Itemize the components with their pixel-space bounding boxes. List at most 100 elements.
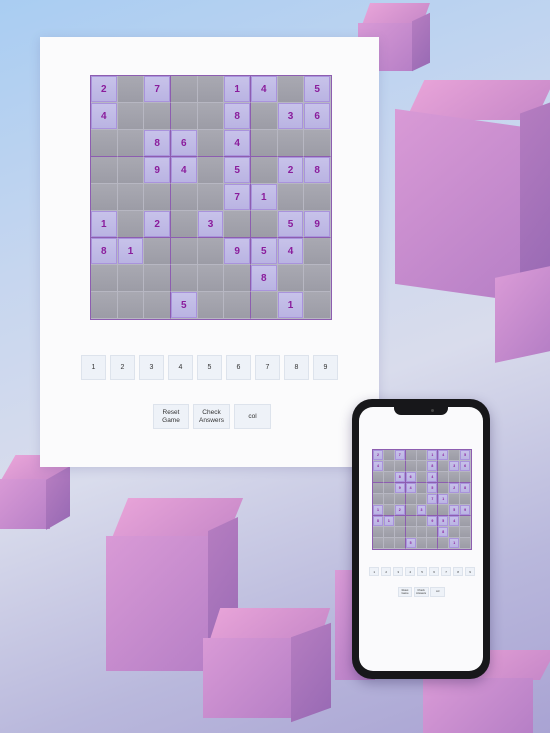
- number-key[interactable]: 8: [284, 355, 309, 380]
- sudoku-cell[interactable]: [250, 130, 278, 157]
- mobile-sudoku-cell[interactable]: [373, 538, 384, 549]
- mobile-sudoku-cell[interactable]: [383, 461, 395, 472]
- sudoku-cell[interactable]: [250, 157, 278, 184]
- sudoku-cell[interactable]: 5: [224, 157, 251, 184]
- mobile-sudoku-cell[interactable]: [405, 527, 417, 538]
- mobile-sudoku-cell[interactable]: 9: [460, 505, 471, 516]
- sudoku-cell[interactable]: [197, 292, 225, 319]
- mobile-sudoku-cell[interactable]: [427, 527, 439, 538]
- sudoku-cell[interactable]: [117, 292, 145, 319]
- mobile-sudoku-cell[interactable]: 8: [394, 472, 406, 483]
- sudoku-cell[interactable]: [170, 184, 198, 211]
- sudoku-cell[interactable]: [304, 184, 331, 211]
- mobile-sudoku-cell[interactable]: [460, 516, 471, 527]
- mobile-sudoku-cell[interactable]: 6: [405, 472, 417, 483]
- sudoku-cell[interactable]: 5: [170, 292, 198, 319]
- mobile-sudoku-cell[interactable]: 8: [460, 483, 471, 494]
- sudoku-cell[interactable]: [91, 265, 118, 292]
- sudoku-cell[interactable]: 7: [224, 184, 251, 211]
- sudoku-cell[interactable]: 9: [144, 157, 171, 184]
- sudoku-cell[interactable]: 9: [304, 211, 331, 238]
- mobile-sudoku-cell[interactable]: [438, 505, 450, 516]
- mobile-reset-game-button[interactable]: Reset Game: [398, 587, 412, 597]
- mobile-sudoku-cell[interactable]: 2: [394, 505, 406, 516]
- sudoku-cell[interactable]: [117, 211, 145, 238]
- number-key[interactable]: 4: [168, 355, 193, 380]
- mobile-sudoku-cell[interactable]: [449, 472, 461, 483]
- sudoku-cell[interactable]: 2: [277, 157, 305, 184]
- mobile-sudoku-cell[interactable]: [416, 516, 428, 527]
- mobile-sudoku-cell[interactable]: 1: [373, 505, 384, 516]
- sudoku-cell[interactable]: 1: [117, 238, 145, 265]
- sudoku-cell[interactable]: 6: [170, 130, 198, 157]
- mobile-check-answers-button[interactable]: Check Answers: [413, 587, 429, 597]
- mobile-sudoku-cell[interactable]: [460, 472, 471, 483]
- sudoku-cell[interactable]: 8: [304, 157, 331, 184]
- sudoku-cell[interactable]: [117, 130, 145, 157]
- mobile-sudoku-cell[interactable]: [405, 494, 417, 505]
- sudoku-cell[interactable]: 5: [277, 211, 305, 238]
- sudoku-cell[interactable]: 9: [224, 238, 251, 265]
- sudoku-cell[interactable]: 5: [304, 76, 331, 103]
- sudoku-cell[interactable]: 4: [170, 157, 198, 184]
- mobile-sudoku-cell[interactable]: [427, 538, 439, 549]
- mobile-sudoku-cell[interactable]: [460, 494, 471, 505]
- number-key[interactable]: 7: [255, 355, 280, 380]
- sudoku-cell[interactable]: 8: [144, 130, 171, 157]
- sudoku-cell[interactable]: [117, 103, 145, 130]
- mobile-sudoku-cell[interactable]: [394, 527, 406, 538]
- mobile-number-key[interactable]: 5: [416, 567, 428, 576]
- mobile-sudoku-cell[interactable]: [460, 538, 471, 549]
- sudoku-cell[interactable]: 4: [277, 238, 305, 265]
- sudoku-cell[interactable]: [197, 184, 225, 211]
- sudoku-cell[interactable]: [91, 184, 118, 211]
- mobile-sudoku-cell[interactable]: [394, 538, 406, 549]
- mobile-sudoku-cell[interactable]: 2: [373, 450, 384, 461]
- mobile-number-key[interactable]: 2: [380, 567, 392, 576]
- mobile-sudoku-cell[interactable]: 4: [373, 461, 384, 472]
- mobile-sudoku-cell[interactable]: 6: [460, 461, 471, 472]
- sudoku-cell[interactable]: [170, 211, 198, 238]
- mobile-sudoku-cell[interactable]: [383, 538, 395, 549]
- sudoku-cell[interactable]: 4: [250, 76, 278, 103]
- mobile-sudoku-cell[interactable]: [383, 472, 395, 483]
- mobile-sudoku-cell[interactable]: 3: [449, 461, 461, 472]
- sudoku-cell[interactable]: [170, 265, 198, 292]
- mobile-sudoku-cell[interactable]: 3: [416, 505, 428, 516]
- mobile-number-key[interactable]: 3: [392, 567, 404, 576]
- mobile-sudoku-cell[interactable]: 9: [394, 483, 406, 494]
- sudoku-cell[interactable]: 2: [144, 211, 171, 238]
- sudoku-cell[interactable]: 2: [91, 76, 118, 103]
- mobile-sudoku-cell[interactable]: [416, 461, 428, 472]
- mobile-sudoku-cell[interactable]: 5: [438, 516, 450, 527]
- sudoku-cell[interactable]: [250, 103, 278, 130]
- mobile-sudoku-cell[interactable]: [449, 527, 461, 538]
- mobile-sudoku-cell[interactable]: [416, 472, 428, 483]
- mobile-sudoku-cell[interactable]: 2: [449, 483, 461, 494]
- mobile-sudoku-cell[interactable]: [438, 461, 450, 472]
- mobile-col-button[interactable]: col: [430, 587, 446, 597]
- sudoku-cell[interactable]: [197, 130, 225, 157]
- mobile-sudoku-cell[interactable]: 1: [383, 516, 395, 527]
- number-key[interactable]: 3: [139, 355, 164, 380]
- mobile-sudoku-cell[interactable]: [383, 527, 395, 538]
- mobile-sudoku-cell[interactable]: 1: [449, 538, 461, 549]
- mobile-sudoku-cell[interactable]: [416, 538, 428, 549]
- sudoku-cell[interactable]: [117, 76, 145, 103]
- sudoku-cell[interactable]: 4: [224, 130, 251, 157]
- mobile-number-key[interactable]: 8: [452, 567, 464, 576]
- mobile-sudoku-cell[interactable]: [438, 538, 450, 549]
- mobile-number-key[interactable]: 4: [404, 567, 416, 576]
- mobile-sudoku-cell[interactable]: 8: [438, 527, 450, 538]
- sudoku-cell[interactable]: [197, 238, 225, 265]
- sudoku-cell[interactable]: [91, 157, 118, 184]
- sudoku-cell[interactable]: 3: [277, 103, 305, 130]
- mobile-sudoku-cell[interactable]: [405, 505, 417, 516]
- sudoku-cell[interactable]: [250, 211, 278, 238]
- mobile-sudoku-cell[interactable]: [383, 494, 395, 505]
- mobile-sudoku-cell[interactable]: 4: [427, 472, 439, 483]
- sudoku-cell[interactable]: 3: [197, 211, 225, 238]
- mobile-sudoku-cell[interactable]: [438, 472, 450, 483]
- sudoku-cell[interactable]: 1: [250, 184, 278, 211]
- mobile-sudoku-cell[interactable]: 7: [427, 494, 439, 505]
